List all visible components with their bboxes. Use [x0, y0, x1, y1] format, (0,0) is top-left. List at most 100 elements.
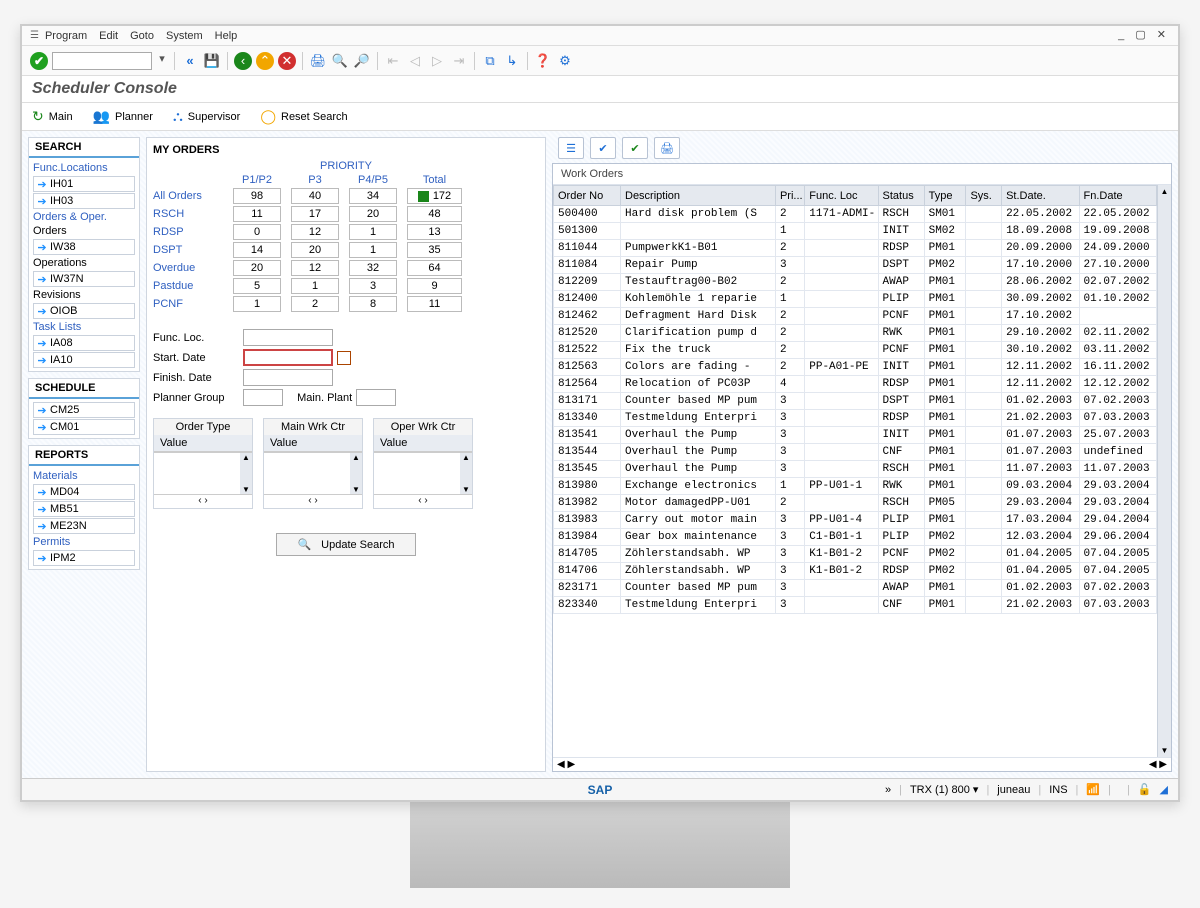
main-plant-input[interactable] [356, 389, 396, 406]
table-row[interactable]: 813545Overhaul the Pump3RSCHPM0111.07.20… [554, 461, 1157, 478]
cell-p12-1[interactable]: 11 [233, 206, 281, 222]
cell-total-4[interactable]: 64 [407, 260, 462, 276]
scroll-left-icon[interactable]: ◀ [557, 759, 565, 770]
exit-icon[interactable]: ⌃ [256, 52, 274, 70]
col-funcloc[interactable]: Func. Loc [805, 186, 878, 206]
table-row[interactable]: 812522Fix the truck2PCNFPM0130.10.200203… [554, 342, 1157, 359]
cell-p45-6[interactable]: 8 [349, 296, 397, 312]
tcode-IH03[interactable]: ➔IH03 [33, 193, 135, 209]
tcode-IW37N[interactable]: ➔IW37N [33, 271, 135, 287]
cancel-icon[interactable]: ✕ [278, 52, 296, 70]
priority-row-RDSP[interactable]: RDSP [153, 226, 223, 238]
action-planner[interactable]: 👥Planner [93, 108, 153, 125]
col-stdate[interactable]: St.Date. [1002, 186, 1079, 206]
table-row[interactable]: 814705Zöhlerstandsabh. WP3K1-B01-2PCNFPM… [554, 546, 1157, 563]
vertical-scrollbar[interactable]: ▲▼ [1157, 185, 1171, 757]
table-row[interactable]: 813984Gear box maintenance3C1-B01-1PLIPP… [554, 529, 1157, 546]
cell-p45-2[interactable]: 1 [349, 224, 397, 240]
col-order-no[interactable]: Order No [554, 186, 621, 206]
filterbox-nav[interactable]: ‹ › [154, 494, 252, 508]
tcode-MD04[interactable]: ➔MD04 [33, 484, 135, 500]
cell-total-0[interactable]: 172 [407, 188, 462, 204]
work-orders-table[interactable]: Order NoDescriptionPri...Func. LocStatus… [553, 185, 1157, 757]
cell-total-2[interactable]: 13 [407, 224, 462, 240]
back-double-icon[interactable]: « [181, 52, 199, 70]
scroll-right-icon[interactable]: ▶ [567, 759, 575, 770]
cell-total-6[interactable]: 11 [407, 296, 462, 312]
tab-1[interactable]: ☰ [558, 137, 584, 159]
cell-p3-3[interactable]: 20 [291, 242, 339, 258]
table-row[interactable]: 811044PumpwerkK1-B012RDSPPM0120.09.20002… [554, 240, 1157, 257]
tab-2[interactable]: ✔ [590, 137, 616, 159]
scroll-up-icon[interactable]: ▲ [460, 453, 472, 462]
scroll-down-icon[interactable]: ▼ [460, 485, 472, 494]
horizontal-scrollbar[interactable]: ◀ ▶ ◀ ▶ [553, 757, 1171, 771]
new-session-icon[interactable]: ⧉ [481, 52, 499, 70]
expand-icon[interactable]: » [885, 784, 891, 796]
permits-label[interactable]: Permits [33, 536, 135, 548]
cell-total-3[interactable]: 35 [407, 242, 462, 258]
table-row[interactable]: 811084Repair Pump3DSPTPM0217.10.200027.1… [554, 257, 1157, 274]
table-row[interactable]: 813541Overhaul the Pump3INITPM0101.07.20… [554, 427, 1157, 444]
resize-grip-icon[interactable]: ◢ [1160, 783, 1168, 796]
table-row[interactable]: 823340Testmeldung Enterpri3CNFPM0121.02.… [554, 597, 1157, 614]
priority-row-Overdue[interactable]: Overdue [153, 262, 223, 274]
filterbox-nav[interactable]: ‹ › [374, 494, 472, 508]
priority-row-Pastdue[interactable]: Pastdue [153, 280, 223, 292]
filterbox-list[interactable]: ▲▼ [374, 452, 472, 494]
table-row[interactable]: 814706Zöhlerstandsabh. WP3K1-B01-2RDSPPM… [554, 563, 1157, 580]
help-icon[interactable]: ❓ [534, 52, 552, 70]
scroll-right2-icon[interactable]: ▶ [1159, 759, 1167, 770]
cell-total-1[interactable]: 48 [407, 206, 462, 222]
table-row[interactable]: 813982Motor damagedPP-U012RSCHPM0529.03.… [554, 495, 1157, 512]
cell-p12-4[interactable]: 20 [233, 260, 281, 276]
tcode-MB51[interactable]: ➔MB51 [33, 501, 135, 517]
orders-oper-label[interactable]: Orders & Oper. [33, 211, 135, 223]
update-search-button[interactable]: 🔍 Update Search [276, 533, 415, 556]
table-row[interactable]: 813544Overhaul the Pump3CNFPM0101.07.200… [554, 444, 1157, 461]
cell-p3-2[interactable]: 12 [291, 224, 339, 240]
table-row[interactable]: 812563Colors are fading -2PP-A01-PEINITP… [554, 359, 1157, 376]
table-row[interactable]: 813171Counter based MP pum3DSPTPM0101.02… [554, 393, 1157, 410]
tcode-IPM2[interactable]: ➔IPM2 [33, 550, 135, 566]
cell-p3-0[interactable]: 40 [291, 188, 339, 204]
finish-date-input[interactable] [243, 369, 333, 386]
materials-label[interactable]: Materials [33, 470, 135, 482]
col-sys[interactable]: Sys. [966, 186, 1002, 206]
scroll-up-icon[interactable]: ▲ [1161, 187, 1169, 196]
filterbox-list[interactable]: ▲▼ [264, 452, 362, 494]
tcode-dropdown-icon[interactable]: ▾ [156, 52, 168, 70]
table-row[interactable]: 5013001INITSM0218.09.200819.09.2008 [554, 223, 1157, 240]
filterbox-nav[interactable]: ‹ › [264, 494, 362, 508]
table-row[interactable]: 812209Testauftrag00-B022AWAPPM0128.06.20… [554, 274, 1157, 291]
table-row[interactable]: 812400Kohlemöhle 1 reparie1PLIPPM0130.09… [554, 291, 1157, 308]
col-type[interactable]: Type [924, 186, 966, 206]
shortcut-icon[interactable]: ↳ [503, 52, 521, 70]
customize-icon[interactable]: ⚙ [556, 52, 574, 70]
cell-p45-1[interactable]: 20 [349, 206, 397, 222]
menu-edit[interactable]: Edit [99, 30, 118, 42]
scroll-down-icon[interactable]: ▼ [1161, 746, 1169, 755]
table-row[interactable]: 823171Counter based MP pum3AWAPPM0101.02… [554, 580, 1157, 597]
priority-row-DSPT[interactable]: DSPT [153, 244, 223, 256]
table-row[interactable]: 813980Exchange electronics1PP-U01-1RWKPM… [554, 478, 1157, 495]
print-icon[interactable]: 🖨 [309, 52, 327, 70]
cell-p45-5[interactable]: 3 [349, 278, 397, 294]
table-row[interactable]: 812520Clarification pump d2RWKPM0129.10.… [554, 325, 1157, 342]
priority-row-PCNF[interactable]: PCNF [153, 298, 223, 310]
menu-goto[interactable]: Goto [130, 30, 154, 42]
cell-p12-5[interactable]: 5 [233, 278, 281, 294]
action-supervisor[interactable]: ⛬Supervisor [173, 108, 240, 125]
priority-row-All Orders[interactable]: All Orders [153, 190, 223, 202]
tcode-CM01[interactable]: ➔CM01 [33, 419, 135, 435]
table-row[interactable]: 813340Testmeldung Enterpri3RDSPPM0121.02… [554, 410, 1157, 427]
funcloc-input[interactable] [243, 329, 333, 346]
col-priority[interactable]: Pri... [775, 186, 804, 206]
cell-p12-3[interactable]: 14 [233, 242, 281, 258]
menu-help[interactable]: Help [215, 30, 238, 42]
col-fndate[interactable]: Fn.Date [1079, 186, 1156, 206]
tcode-IA10[interactable]: ➔IA10 [33, 352, 135, 368]
col-status[interactable]: Status [878, 186, 924, 206]
tcode-OIOB[interactable]: ➔OIOB [33, 303, 135, 319]
tcode-ME23N[interactable]: ➔ME23N [33, 518, 135, 534]
